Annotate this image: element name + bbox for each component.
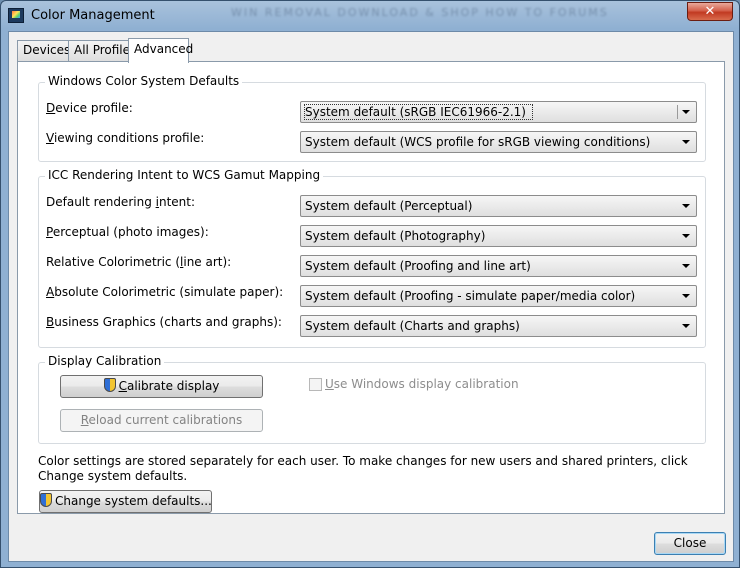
absolute-colorimetric-dropdown[interactable]: System default (Proofing - simulate pape… — [300, 285, 697, 307]
chevron-down-icon — [682, 294, 690, 298]
tab-all-profiles[interactable]: All Profiles — [68, 40, 136, 61]
dropdown-separator — [677, 105, 678, 119]
device-profile-label-text: evice profile: — [55, 101, 133, 115]
relative-colorimetric-label: Relative Colorimetric (line art): — [46, 255, 231, 269]
color-settings-info-text: Color settings are stored separately for… — [38, 454, 688, 483]
label-suffix: usiness Graphics (charts and graphs): — [54, 315, 282, 329]
viewing-conditions-accesskey: V — [46, 131, 54, 145]
device-profile-label: Device profile: — [46, 101, 133, 115]
chevron-down-icon — [682, 234, 690, 238]
chevron-down-icon — [682, 204, 690, 208]
uac-shield-icon — [103, 378, 116, 392]
label-suffix: erceptual (photo images): — [52, 225, 209, 239]
business-graphics-value: System default (Charts and graphs) — [305, 319, 520, 333]
use-windows-accesskey: U — [325, 377, 334, 391]
absolute-colorimetric-label: Absolute Colorimetric (simulate paper): — [46, 285, 283, 299]
label-accesskey: B — [46, 315, 55, 329]
chevron-down-icon — [682, 264, 690, 268]
perceptual-dropdown[interactable]: System default (Photography) — [300, 225, 697, 247]
business-graphics-label: Business Graphics (charts and graphs): — [46, 315, 282, 329]
color-management-app-icon — [8, 8, 24, 23]
calibrate-accesskey: C — [118, 379, 127, 393]
tab-devices[interactable]: Devices — [17, 40, 70, 61]
display-calibration-group-title: Display Calibration — [45, 354, 165, 368]
default-rendering-intent-dropdown[interactable]: System default (Perceptual) — [300, 195, 697, 217]
absolute-colorimetric-value: System default (Proofing - simulate pape… — [305, 289, 636, 303]
relative-colorimetric-dropdown[interactable]: System default (Proofing and line art) — [300, 255, 697, 277]
label-prefix: Default rendering — [46, 195, 156, 209]
window-close-button[interactable]: ✕ — [687, 2, 733, 21]
relative-colorimetric-value: System default (Proofing and line art) — [305, 259, 531, 273]
viewing-conditions-label: Viewing conditions profile: — [46, 131, 204, 145]
close-button[interactable]: Close — [654, 532, 726, 555]
perceptual-value: System default (Photography) — [305, 229, 486, 243]
change-system-defaults-button[interactable]: Change system defaults... — [39, 490, 212, 513]
reload-accesskey: R — [80, 413, 89, 427]
reload-label: eload current calibrations — [88, 413, 243, 427]
business-graphics-dropdown[interactable]: System default (Charts and graphs) — [300, 315, 697, 337]
change-system-defaults-label: Change system defaults... — [55, 494, 212, 508]
device-profile-value: System default (sRGB IEC61966-2.1) — [304, 104, 533, 120]
background-window-text: WIN REMOVAL DOWNLOAD & SHOP HOW TO FORUM… — [231, 6, 609, 19]
label-prefix: Relative Colorimetric ( — [46, 255, 181, 269]
chevron-down-icon — [682, 110, 690, 114]
default-rendering-intent-value: System default (Perceptual) — [305, 199, 473, 213]
chevron-down-icon — [682, 140, 690, 144]
chevron-down-icon — [682, 324, 690, 328]
default-rendering-intent-label: Default rendering intent: — [46, 195, 195, 209]
use-windows-calibration-label: Use Windows display calibration — [325, 377, 519, 391]
reload-calibrations-button[interactable]: Reload current calibrations — [60, 409, 263, 432]
use-windows-label-text: se Windows display calibration — [333, 377, 519, 391]
label-suffix: ntent: — [158, 195, 196, 209]
icc-mapping-group-title: ICC Rendering Intent to WCS Gamut Mappin… — [45, 168, 324, 182]
title-bar[interactable]: Color Management WIN REMOVAL DOWNLOAD & … — [1, 1, 740, 31]
label-accesskey: P — [46, 225, 53, 239]
window-title: Color Management — [31, 8, 155, 23]
perceptual-label: Perceptual (photo images): — [46, 225, 209, 239]
label-suffix: bsolute Colorimetric (simulate paper): — [54, 285, 284, 299]
calibrate-display-button[interactable]: Calibrate display — [60, 375, 263, 398]
label-suffix: ine art): — [183, 255, 232, 269]
color-management-window: Color Management WIN REMOVAL DOWNLOAD & … — [0, 0, 740, 568]
uac-shield-icon — [40, 493, 52, 507]
label-accesskey: A — [46, 285, 55, 299]
calibrate-label: alibrate display — [126, 379, 220, 393]
device-profile-accesskey: D — [46, 101, 56, 115]
device-profile-dropdown[interactable]: System default (sRGB IEC61966-2.1) — [300, 101, 697, 123]
viewing-conditions-dropdown[interactable]: System default (WCS profile for sRGB vie… — [300, 131, 697, 153]
wcs-defaults-group-title: Windows Color System Defaults — [45, 74, 243, 88]
tab-advanced[interactable]: Advanced — [128, 38, 193, 63]
viewing-conditions-value: System default (WCS profile for sRGB vie… — [305, 135, 651, 149]
use-windows-calibration-checkbox[interactable] — [309, 378, 322, 391]
advanced-tab-panel: Windows Color System Defaults Device pro… — [17, 61, 725, 514]
viewing-conditions-label-text: iewing conditions profile: — [53, 131, 205, 145]
dialog-client-area: Devices All Profiles Advanced Windows Co… — [8, 31, 734, 562]
